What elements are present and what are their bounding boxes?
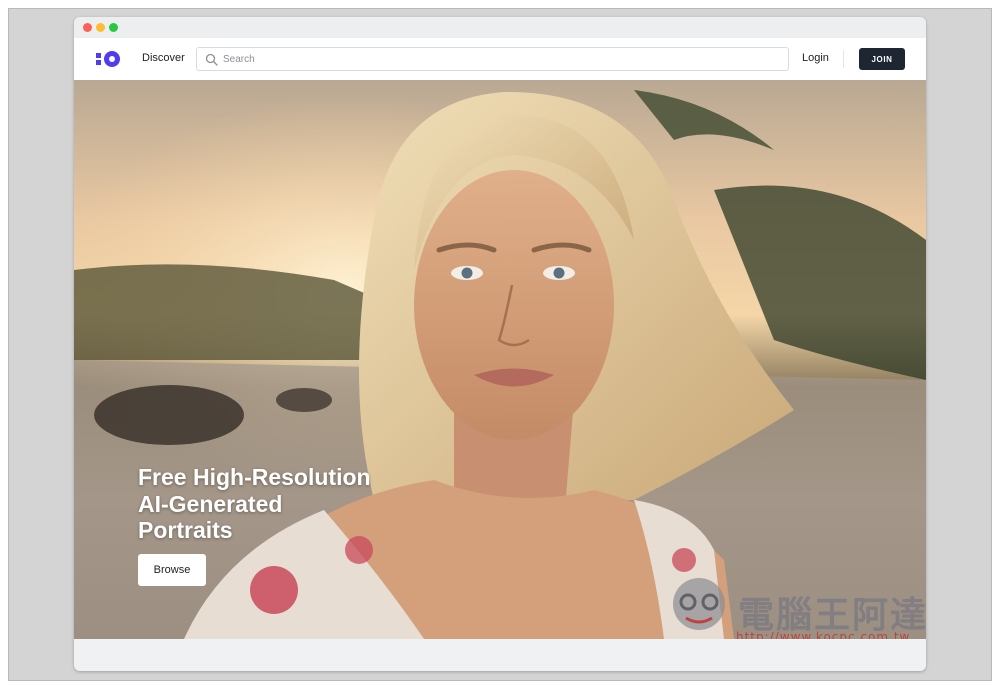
search-input[interactable] [223,50,778,68]
minimize-window-button[interactable] [96,23,105,32]
hero-headline: Free High-Resolution AI-Generated Portra… [138,464,438,544]
window-titlebar [74,17,926,38]
search-icon [205,53,218,66]
close-window-button[interactable] [83,23,92,32]
nav-divider [843,50,844,68]
hero-headline-line: AI-Generated [138,490,283,517]
browse-button[interactable]: Browse [138,554,206,586]
watermark-url: http://www.kocpc.com.tw [736,630,911,639]
mascot-icon [673,578,725,630]
join-button[interactable]: JOIN [859,48,905,70]
hero-headline-line: Portraits [138,517,233,543]
nav-discover-link[interactable]: Discover [142,52,185,64]
maximize-window-button[interactable] [109,23,118,32]
brand-logo-icon[interactable] [96,51,122,67]
login-link[interactable]: Login [802,52,829,64]
site-watermark: 電腦王阿達 http://www.kocpc.com.tw [666,568,926,639]
site-navbar: Discover Login JOIN [74,38,926,80]
hero-headline-line: Free High-Resolution [138,464,371,490]
browser-window: Discover Login JOIN [74,17,926,671]
hero-banner: Free High-Resolution AI-Generated Portra… [74,80,926,639]
search-box[interactable] [196,47,789,71]
